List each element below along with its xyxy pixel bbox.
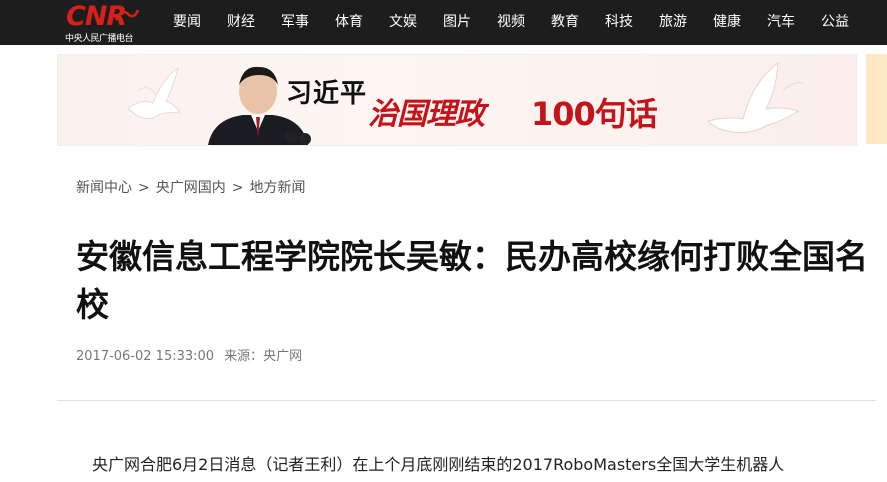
- nav-item-entertainment[interactable]: 文娱: [376, 0, 430, 45]
- promo-banner[interactable]: 习近平 治国理政 100句话: [57, 54, 857, 146]
- article-datetime: 2017-06-02 15:33:00: [76, 349, 215, 364]
- nav-item-military[interactable]: 军事: [268, 0, 322, 45]
- banner-slogan-tail: 100句话: [531, 95, 658, 133]
- breadcrumb-item-news-center[interactable]: 新闻中心: [76, 180, 132, 196]
- cnr-logo[interactable]: CNR 中央人民广播电台: [62, 1, 146, 44]
- dove-icon: [127, 66, 181, 119]
- breadcrumb-item-domestic[interactable]: 央广网国内: [156, 180, 226, 196]
- nav-item-pictures[interactable]: 图片: [430, 0, 484, 45]
- nav-item-auto[interactable]: 汽车: [754, 0, 808, 45]
- nav-item-education[interactable]: 教育: [538, 0, 592, 45]
- banner-name: 习近平: [286, 79, 368, 109]
- article-paragraph: 央广网合肥6月2日消息（记者王利）在上个月底刚刚结束的2017RoboMaste…: [92, 455, 785, 474]
- nav-item-health[interactable]: 健康: [700, 0, 754, 45]
- breadcrumb-separator: >: [231, 180, 244, 196]
- divider: [57, 400, 876, 401]
- banner-slogan: 治国理政: [368, 97, 485, 132]
- breadcrumb-separator: >: [138, 180, 150, 196]
- nav-item-charity[interactable]: 公益: [808, 0, 862, 45]
- nav-item-sports[interactable]: 体育: [322, 0, 376, 45]
- nav-item-news[interactable]: 要闻: [160, 0, 214, 45]
- logo-subtitle: 中央人民广播电台: [65, 34, 134, 44]
- breadcrumb-item-local-news[interactable]: 地方新闻: [249, 180, 305, 196]
- dove-icon: [707, 61, 804, 133]
- article-meta: 2017-06-02 15:33:00 来源：央广网: [76, 345, 302, 364]
- article-title: 安徽信息工程学院院长吴敏：民办高校缘何打败全国名校: [76, 237, 868, 324]
- nav-item-travel[interactable]: 旅游: [646, 0, 700, 45]
- nav-item-tech[interactable]: 科技: [592, 0, 646, 45]
- nav-item-finance[interactable]: 财经: [214, 0, 268, 45]
- breadcrumb: 新闻中心 > 央广网国内 > 地方新闻: [76, 177, 305, 197]
- article-source: 来源：央广网: [224, 349, 303, 364]
- top-nav-bar: CNR 中央人民广播电台 要闻 财经 军事 体育 文娱 图片 视频 教育 科技 …: [0, 0, 887, 45]
- nav-item-video[interactable]: 视频: [484, 0, 538, 45]
- logo-text: CNR: [66, 1, 127, 32]
- side-banner-edge: [866, 54, 887, 144]
- main-nav: 要闻 财经 军事 体育 文娱 图片 视频 教育 科技 旅游 健康 汽车 公益: [160, 0, 862, 45]
